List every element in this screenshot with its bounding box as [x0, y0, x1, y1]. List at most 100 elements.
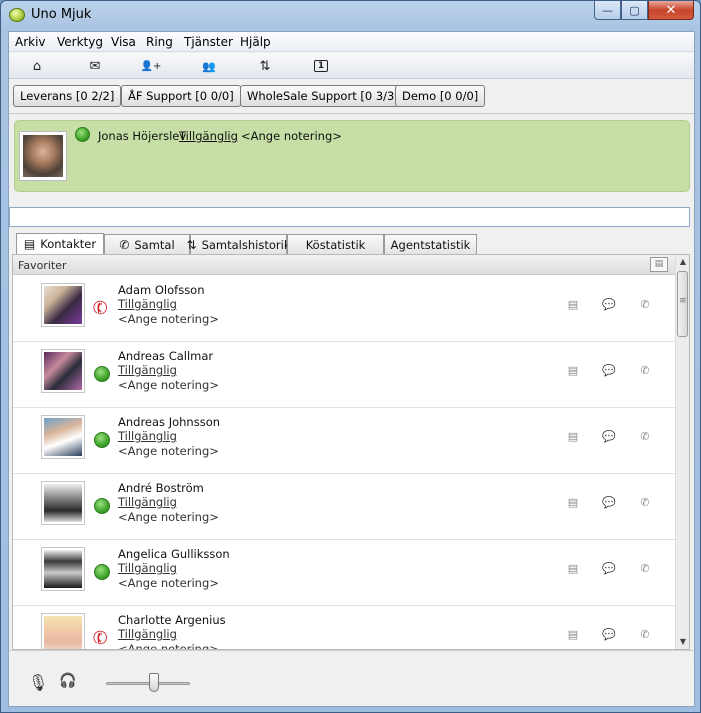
- presence-available-icon: [94, 564, 110, 583]
- minimize-button[interactable]: —: [594, 1, 621, 20]
- note-icon[interactable]: ▤: [566, 627, 580, 641]
- window-title: Uno Mjuk: [31, 7, 92, 22]
- vertical-scrollbar[interactable]: ▲ ▼: [675, 255, 689, 649]
- note-icon[interactable]: ▤: [566, 363, 580, 377]
- home-icon[interactable]: ⌂: [25, 57, 49, 75]
- contact-status-link[interactable]: Tillgänglig: [118, 495, 177, 509]
- menu-verktyg[interactable]: Verktyg: [57, 35, 103, 49]
- contact-status-link[interactable]: Tillgänglig: [118, 627, 177, 641]
- contact-name: Andreas Callmar: [118, 349, 214, 363]
- chat-away-icon[interactable]: 💬: [602, 495, 616, 509]
- list-item[interactable]: ✆ Charlotte Argenius Tillgänglig <Ange n…: [13, 606, 676, 650]
- scroll-thumb[interactable]: [677, 271, 688, 337]
- menu-visa[interactable]: Visa: [111, 35, 136, 49]
- contact-note: <Ange notering>: [118, 378, 219, 392]
- add-contact-icon[interactable]: 👤+: [139, 57, 163, 75]
- call-icon[interactable]: ✆: [638, 627, 652, 641]
- avatar: [41, 415, 85, 459]
- avatar: [41, 481, 85, 525]
- toolbar: ⌂ ✉ 👤+ 👥 ⇅ 1: [9, 53, 694, 79]
- tab-label: Köstatistik: [305, 237, 366, 252]
- chat-away-icon[interactable]: 💬: [602, 561, 616, 575]
- presence-available-icon[interactable]: [75, 127, 90, 142]
- chat-icon[interactable]: 💬: [602, 429, 616, 443]
- queue-button-demo[interactable]: Demo [0 0/0]: [395, 85, 486, 107]
- queue-button-wholesale-support[interactable]: WholeSale Support [0 3/3]: [240, 85, 406, 107]
- avatar[interactable]: [19, 131, 67, 181]
- profile-name: Jonas Höjerslev: [98, 129, 187, 143]
- app-logo-icon: [9, 8, 25, 22]
- list-item[interactable]: Andreas Callmar Tillgänglig <Ange noteri…: [13, 342, 676, 408]
- profile-status-link[interactable]: Tillgänglig: [179, 129, 238, 143]
- title-bar[interactable]: Uno Mjuk — ▢ ✕: [1, 1, 700, 31]
- tab-samtal[interactable]: ✆ Samtal: [104, 234, 190, 254]
- contact-status-link[interactable]: Tillgänglig: [118, 561, 177, 575]
- list-item[interactable]: Angelica Gulliksson Tillgänglig <Ange no…: [13, 540, 676, 606]
- call-icon[interactable]: ✆: [638, 297, 652, 311]
- group-options-icon[interactable]: ▤: [650, 257, 668, 272]
- on-call-phone-icon: ✆: [89, 626, 112, 650]
- avatar: [41, 613, 85, 649]
- search-input[interactable]: [9, 207, 690, 227]
- presence-available-icon: [94, 432, 110, 451]
- list-item[interactable]: ✆ Adam Olofsson Tillgänglig <Ange noteri…: [13, 276, 676, 342]
- app-window: Uno Mjuk — ▢ ✕ Arkiv Verktyg Visa Ring T…: [0, 0, 701, 713]
- call-icon[interactable]: ✆: [638, 363, 652, 377]
- volume-slider-thumb[interactable]: [149, 673, 159, 692]
- chat-icon[interactable]: 💬: [602, 627, 616, 641]
- menu-arkiv[interactable]: Arkiv: [15, 35, 46, 49]
- note-icon[interactable]: ▤: [566, 429, 580, 443]
- contact-status-link[interactable]: Tillgänglig: [118, 429, 177, 443]
- queue-button-af-support[interactable]: ÅF Support [0 0/0]: [121, 85, 241, 107]
- list-item[interactable]: Andreas Johnsson Tillgänglig <Ange noter…: [13, 408, 676, 474]
- group-icon[interactable]: 👥: [197, 57, 221, 75]
- queue-button-leverans[interactable]: Leverans [0 2/2]: [13, 85, 122, 107]
- presence-available-icon: [94, 366, 110, 385]
- tab-agentstatistik[interactable]: Agentstatistik: [384, 234, 477, 254]
- tab-label: Agentstatistik: [390, 237, 471, 252]
- menu-ring[interactable]: Ring: [146, 35, 173, 49]
- note-icon[interactable]: ▤: [566, 297, 580, 311]
- close-button[interactable]: ✕: [648, 1, 694, 20]
- contacts-icon: ▤: [23, 237, 36, 251]
- client-area: Arkiv Verktyg Visa Ring Tjänster Hjälp ⌂…: [8, 31, 695, 707]
- tab-samtalshistorik[interactable]: ⇅ Samtalshistorik: [186, 234, 290, 254]
- call-icon[interactable]: ✆: [638, 429, 652, 443]
- scroll-up-icon[interactable]: ▲: [676, 255, 689, 269]
- phone-icon: ✆: [119, 237, 130, 252]
- contact-name: Adam Olofsson: [118, 283, 205, 297]
- chat-icon[interactable]: 💬: [602, 297, 616, 311]
- list-item[interactable]: André Boström Tillgänglig <Ange notering…: [13, 474, 676, 540]
- history-icon: ⇅: [186, 237, 197, 252]
- microphone-icon[interactable]: 🎙: [28, 673, 48, 692]
- queue-count-label: 1: [313, 60, 329, 72]
- headset-icon[interactable]: 🎧: [59, 673, 76, 689]
- menu-tjanster[interactable]: Tjänster: [184, 35, 233, 49]
- mail-icon[interactable]: ✉: [83, 57, 107, 75]
- note-icon[interactable]: ▤: [566, 561, 580, 575]
- contact-note: <Ange notering>: [118, 510, 219, 524]
- volume-slider-track[interactable]: [106, 682, 190, 685]
- maximize-button[interactable]: ▢: [621, 1, 648, 20]
- tab-kostatistik[interactable]: Köstatistik: [287, 234, 384, 254]
- menu-hjalp[interactable]: Hjälp: [240, 35, 271, 49]
- contact-note: <Ange notering>: [118, 312, 219, 326]
- transfer-icon[interactable]: ⇅: [253, 57, 277, 75]
- queue-count-icon[interactable]: 1: [309, 57, 333, 75]
- contact-note: <Ange notering>: [118, 444, 219, 458]
- contact-status-link[interactable]: Tillgänglig: [118, 363, 177, 377]
- call-icon[interactable]: ✆: [638, 561, 652, 575]
- call-icon[interactable]: ✆: [638, 495, 652, 509]
- tab-label: Kontakter: [40, 237, 97, 251]
- contact-name: Charlotte Argenius: [118, 613, 226, 627]
- group-header-favoriter[interactable]: Favoriter ▤: [13, 255, 676, 275]
- scroll-down-icon[interactable]: ▼: [676, 635, 689, 649]
- presence-available-icon: [94, 498, 110, 517]
- contact-list[interactable]: Favoriter ▤ ✆ Adam Olofsson Tillgänglig …: [12, 254, 690, 650]
- tab-kontakter[interactable]: ▤ Kontakter: [16, 233, 104, 254]
- note-icon[interactable]: ▤: [566, 495, 580, 509]
- chat-icon[interactable]: 💬: [602, 363, 616, 377]
- contact-status-link[interactable]: Tillgänglig: [118, 297, 177, 311]
- profile-note[interactable]: <Ange notering>: [241, 129, 342, 143]
- contact-note: <Ange notering>: [118, 576, 219, 590]
